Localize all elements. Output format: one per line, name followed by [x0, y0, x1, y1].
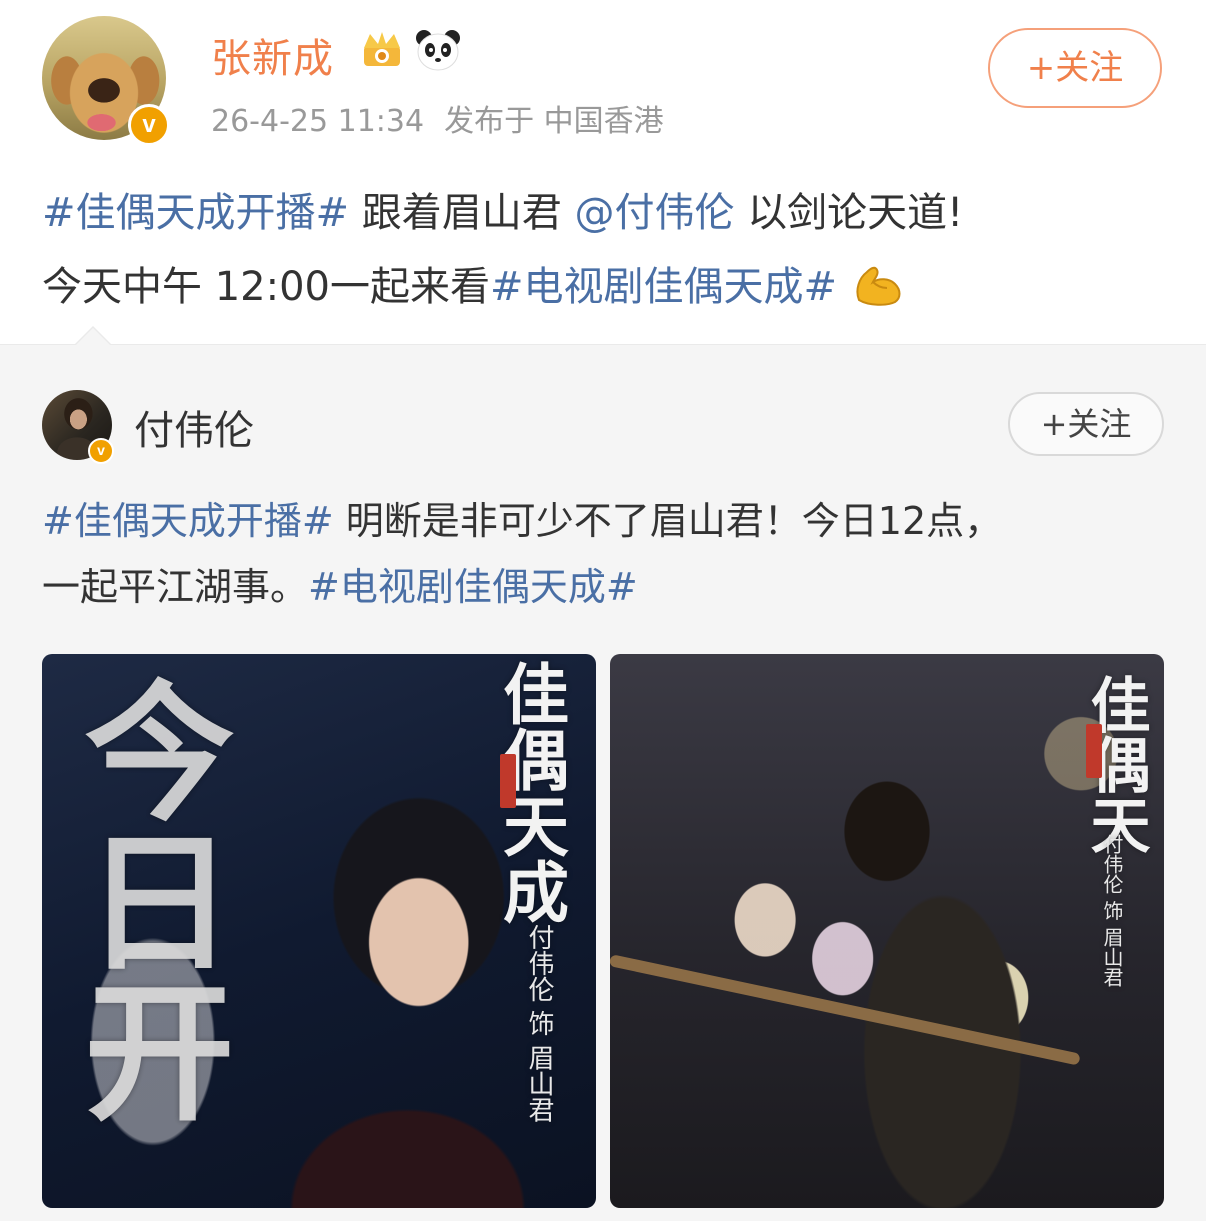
topic-link[interactable]: #佳偶天成开播#	[42, 499, 334, 543]
repost-text-segment: 明断是非可少不了眉山君！今日12点，	[333, 499, 1003, 543]
post-text-segment: 今天中午 12:00一起来看	[42, 264, 490, 310]
panda-icon	[416, 30, 460, 71]
post-header: v 张新成 26-4-25 11:34 发布于 中国香港 +关注	[0, 0, 1206, 150]
post-meta: 26-4-25 11:34 发布于 中国香港	[211, 96, 664, 140]
repost-follow-button[interactable]: +关注	[1008, 392, 1164, 456]
poster-seal	[1086, 724, 1102, 778]
repost-arrow-inner	[76, 328, 110, 345]
photo-1[interactable]: 今日开 佳偶天成 付伟伦 饰 眉山君	[42, 654, 596, 1208]
repost-text: #佳偶天成开播# 明断是非可少不了眉山君！今日12点， 一起平江湖事。#电视剧佳…	[42, 488, 1172, 620]
repost-author-name[interactable]: 付伟伦	[134, 398, 254, 456]
verified-badge-icon: v	[128, 104, 170, 146]
repost-text-segment: 一起平江湖事。	[42, 565, 309, 609]
poster-credit: 付伟伦 饰 眉山君	[524, 924, 554, 1123]
verified-badge-icon: v	[88, 438, 114, 464]
poster-credit: 付伟伦 饰 眉山君	[1100, 834, 1124, 987]
post-text: #佳偶天成开播# 跟着眉山君 @付伟伦 以剑论天道! 今天中午 12:00一起来…	[42, 176, 1172, 324]
topic-link[interactable]: #电视剧佳偶天成#	[490, 264, 837, 310]
author-name[interactable]: 张新成	[211, 26, 334, 84]
post-text-segment: 以剑论天道!	[734, 190, 964, 236]
crown-icon	[364, 32, 400, 66]
flexed-biceps-icon	[856, 266, 901, 306]
post-timestamp: 26-4-25 11:34	[211, 104, 425, 139]
topic-link[interactable]: #佳偶天成开播#	[42, 190, 349, 236]
staff-prop	[610, 954, 1081, 1066]
post-location: 发布于 中国香港	[444, 104, 664, 139]
topic-link[interactable]: #电视剧佳偶天成#	[308, 565, 638, 609]
mention-link[interactable]: @付伟伦	[574, 190, 734, 236]
post-text-segment: 跟着眉山君	[349, 190, 575, 236]
poster-seal	[500, 754, 516, 808]
poster-big-calligraphy: 今日开	[59, 674, 235, 1124]
follow-button[interactable]: +关注	[988, 28, 1162, 108]
photo-2[interactable]: 佳偶天 付伟伦 饰 眉山君	[610, 654, 1164, 1208]
